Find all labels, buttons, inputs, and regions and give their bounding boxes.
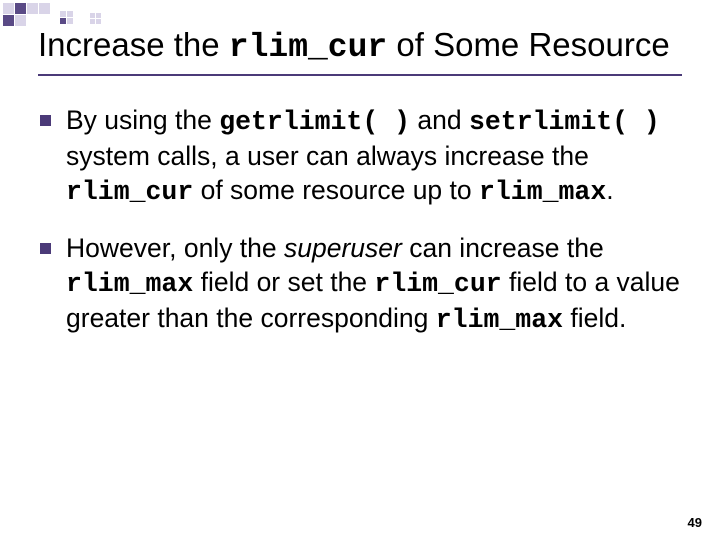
deco-square [15, 15, 26, 26]
deco-square [67, 11, 73, 17]
deco-square [27, 3, 38, 14]
text: By using the [66, 105, 219, 135]
title-code-1: rlim_cur [229, 29, 387, 66]
decorative-squares [0, 0, 140, 26]
page-number: 49 [688, 515, 702, 530]
text: and [410, 105, 469, 135]
deco-square [39, 3, 50, 14]
deco-square [3, 3, 14, 14]
text: However, only the [66, 233, 284, 263]
code: getrlimit( ) [219, 107, 410, 137]
deco-square [90, 13, 95, 18]
deco-square [96, 13, 101, 18]
deco-square [60, 18, 66, 24]
text: of some resource up to [193, 175, 479, 205]
title-part-1: Increase the [38, 26, 229, 63]
slide-title: Increase the rlim_cur of Some Resource [38, 24, 682, 76]
deco-square [67, 18, 73, 24]
text: . [606, 175, 613, 205]
bullet-item: By using the getrlimit( ) and setrlimit(… [38, 104, 682, 210]
emph: superuser [284, 233, 402, 263]
bullet-list: By using the getrlimit( ) and setrlimit(… [38, 104, 682, 337]
deco-square [96, 19, 101, 24]
text: can increase the [402, 233, 604, 263]
title-part-3: of Some Resource [387, 26, 669, 63]
code: rlim_cur [374, 269, 501, 299]
deco-square [90, 19, 95, 24]
text: system calls, a user can always increase… [66, 141, 589, 171]
text: field or set the [193, 267, 374, 297]
text: field. [563, 303, 626, 333]
code: rlim_max [479, 177, 606, 207]
bullet-item: However, only the superuser can increase… [38, 232, 682, 338]
deco-square [60, 11, 66, 17]
code: rlim_max [66, 269, 193, 299]
deco-square [15, 3, 26, 14]
deco-square [3, 15, 14, 26]
code: setrlimit( ) [469, 107, 660, 137]
slide-content: Increase the rlim_cur of Some Resource B… [0, 0, 720, 338]
code: rlim_cur [66, 177, 193, 207]
code: rlim_max [436, 305, 563, 335]
